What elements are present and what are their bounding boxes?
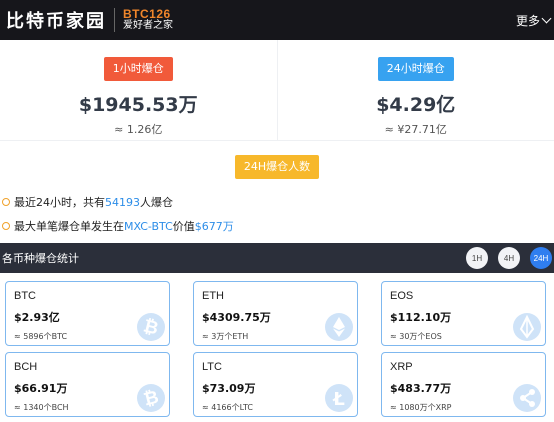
logo-brand: BTC126 爱好者之家 (123, 8, 173, 32)
info-count-prefix: 最近24小时，共有 (14, 196, 105, 209)
bitcoin-cash-icon: ₿ (137, 384, 165, 412)
coin-amount: ≈ 30万个EOS (390, 332, 442, 341)
coin-card-xrp[interactable]: XRP $483.77万 ≈ 1080万个XRP (381, 352, 546, 417)
logo-brand-en: BTC126 (123, 7, 171, 21)
svg-text:Ł: Ł (332, 389, 345, 410)
divider (0, 140, 554, 141)
logo-title[interactable]: 比特币家园 (6, 7, 106, 33)
value-24h: $4.29亿 (376, 94, 456, 116)
logo-brand-sub: 爱好者之家 (123, 20, 173, 31)
info-count-value: 54193 (105, 195, 140, 209)
ripple-icon (513, 384, 541, 412)
more-menu-button[interactable]: 更多 (515, 12, 552, 29)
info-line-count: 最近24小时，共有 54193 人爆仓 (0, 194, 554, 210)
coin-amount: ≈ 1080万个XRP (390, 403, 452, 412)
bitcoin-icon: ₿ (137, 313, 165, 341)
info-largest-pair[interactable]: MXC-BTC (124, 220, 173, 233)
info-dot-icon (2, 198, 10, 206)
stat-1h: 1小时爆仓 $1945.53万 ≈ 1.26亿 (0, 40, 277, 140)
coin-card-eth[interactable]: ETH $4309.75万 ≈ 3万个ETH (193, 281, 358, 346)
coin-symbol: ETH (202, 290, 224, 302)
coin-symbol: XRP (390, 361, 413, 373)
info-line-largest: 最大单笔爆仓单发生在 MXC-BTC 价值 $677万 (0, 218, 554, 234)
tag-24h-count: 24H爆仓人数 (234, 155, 320, 179)
coin-symbol: BCH (14, 361, 38, 373)
coin-card-bch[interactable]: BCH $66.91万 ≈ 1340个BCH ₿ (5, 352, 170, 417)
info-dot-icon (2, 222, 10, 230)
ethereum-icon (325, 313, 353, 341)
tag-24h: 24小时爆仓 (377, 57, 454, 81)
coin-value: $66.91万 (14, 382, 68, 395)
timeframe-24h-button[interactable]: 24H (530, 247, 552, 269)
coin-amount: ≈ 5896个BTC (14, 332, 68, 341)
info-largest-mid: 价值 (172, 220, 195, 233)
coin-value: $4309.75万 (202, 311, 271, 324)
coin-value: $112.10万 (390, 311, 452, 324)
section-title: 各币种爆仓统计 (2, 252, 79, 265)
coin-amount: ≈ 1340个BCH (14, 403, 69, 412)
tag-1h: 1小时爆仓 (103, 57, 173, 81)
coin-symbol: EOS (390, 290, 414, 302)
eos-icon (513, 313, 541, 341)
coin-card-eos[interactable]: EOS $112.10万 ≈ 30万个EOS (381, 281, 546, 346)
count-tag-row: 24H爆仓人数 (0, 155, 554, 179)
info-largest-prefix: 最大单笔爆仓单发生在 (14, 220, 124, 233)
coin-symbol: BTC (14, 290, 36, 302)
more-label: 更多 (515, 14, 540, 28)
coin-card-btc[interactable]: BTC $2.93亿 ≈ 5896个BTC ₿ (5, 281, 170, 346)
timeframe-4h-button[interactable]: 4H (498, 247, 520, 269)
approx-1h: ≈ 1.26亿 (114, 123, 163, 136)
svg-text:₿: ₿ (141, 316, 160, 340)
stat-24h: 24小时爆仓 $4.29亿 ≈ ¥27.71亿 (276, 40, 554, 140)
coin-value: $73.09万 (202, 382, 256, 395)
litecoin-icon: Ł (325, 384, 353, 412)
coin-symbol: LTC (202, 361, 222, 373)
info-largest-value: $677万 (194, 220, 234, 233)
coin-card-ltc[interactable]: LTC $73.09万 ≈ 4166个LTC Ł (193, 352, 358, 417)
value-1h: $1945.53万 (78, 94, 198, 116)
coin-amount: ≈ 4166个LTC (202, 403, 253, 412)
logo-divider (114, 8, 115, 32)
top-bar: 比特币家园 BTC126 爱好者之家 更多 (0, 0, 554, 40)
info-count-suffix: 人爆仓 (140, 196, 173, 209)
coin-value: $483.77万 (390, 382, 452, 395)
svg-text:₿: ₿ (141, 387, 160, 411)
approx-24h: ≈ ¥27.71亿 (384, 123, 447, 136)
coin-amount: ≈ 3万个ETH (202, 332, 249, 341)
timeframe-1h-button[interactable]: 1H (466, 247, 488, 269)
chevron-down-icon (541, 13, 552, 24)
coin-value: $2.93亿 (14, 311, 60, 324)
coin-stats-header: 各币种爆仓统计 1H 4H 24H (0, 243, 554, 273)
liquidation-summary: 1小时爆仓 $1945.53万 ≈ 1.26亿 24小时爆仓 $4.29亿 ≈ … (0, 40, 554, 140)
